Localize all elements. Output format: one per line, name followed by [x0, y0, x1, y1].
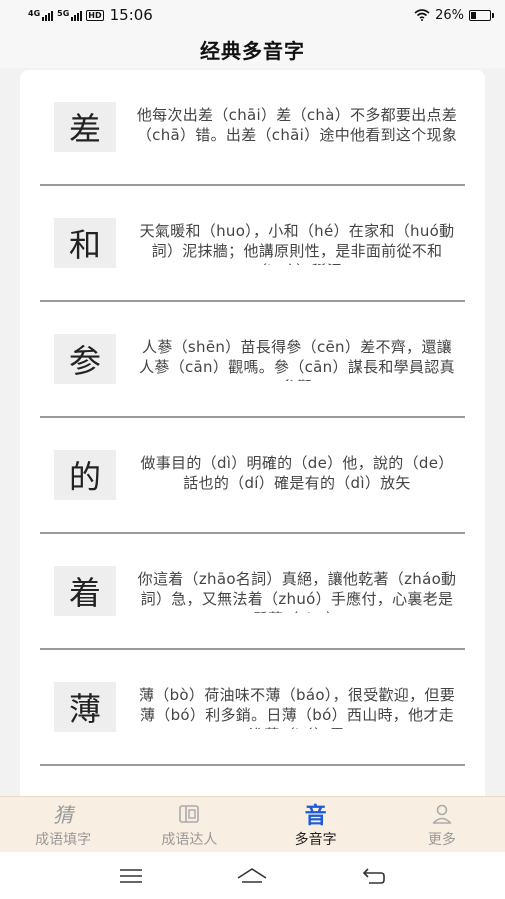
character-box: 参: [54, 334, 116, 384]
network-type-1: 4G: [28, 9, 41, 18]
tab-glyph: 音: [304, 803, 327, 829]
tab-label: 更多: [427, 831, 456, 848]
status-bar: 4G 5G HD 15:06 26%: [0, 0, 505, 30]
tab-idiom-master[interactable]: 成语达人: [134, 801, 244, 849]
signal-4g-icon: 4G: [28, 9, 54, 21]
sound-character-icon: 音: [304, 801, 327, 829]
tab-more[interactable]: 更多: [387, 801, 497, 849]
header: 经典多音字: [0, 30, 505, 68]
brush-character-icon: 猜: [53, 801, 73, 827]
status-time: 15:06: [109, 6, 153, 24]
status-left: 4G 5G HD 15:06: [28, 6, 153, 24]
item-description: 薄（bò）荷油味不薄（báo），很受歡迎，但要薄（bó）利多銷。日薄（bó）西山…: [139, 686, 455, 729]
status-right: 26%: [414, 7, 494, 23]
list-item[interactable]: 和 天氣暖和（huo），小和（hé）在家和（huó動詞）泥抹牆；他講原則性，是非…: [40, 186, 465, 302]
character-box: 和: [54, 218, 116, 268]
tab-polyphone[interactable]: 音 多音字: [261, 801, 371, 849]
tab-label: 多音字: [294, 831, 337, 848]
tab-idiom-fill[interactable]: 猜 成语填字: [8, 801, 118, 849]
network-type-2: 5G: [57, 9, 70, 18]
list-item[interactable]: 差 他每次出差（chāi）差（chà）不多都要出点差（chā）错。出差（chāi…: [40, 70, 465, 186]
content-card: 差 他每次出差（chāi）差（chà）不多都要出点差（chā）错。出差（chāi…: [20, 70, 485, 810]
person-icon: [431, 801, 453, 827]
wifi-icon: [414, 9, 430, 21]
home-icon[interactable]: [232, 861, 272, 891]
tab-label: 成语达人: [161, 831, 218, 848]
character-box: 薄: [54, 682, 116, 732]
bottom-tab-bar: 猜 成语填字 成语达人 音 多音字 更多: [0, 796, 505, 852]
back-icon[interactable]: [354, 861, 394, 891]
character-box: 的: [54, 450, 116, 500]
battery-fill: [471, 11, 476, 19]
character-box: 差: [54, 102, 116, 152]
page-title: 经典多音字: [200, 38, 305, 63]
polyphone-list: 差 他每次出差（chāi）差（chà）不多都要出点差（chā）错。出差（chāi…: [20, 70, 485, 810]
item-description: 做事目的（dì）明確的（de）他，說的（de）話也的（dí）確是有的（dì）放矢: [140, 454, 454, 492]
menu-icon[interactable]: [111, 861, 151, 891]
system-nav-bar: [0, 852, 505, 899]
battery-icon: [469, 9, 494, 21]
book-icon: [178, 801, 200, 827]
item-description: 你這着（zhāo名詞）真絕，讓他乾著（zháo動詞）急，又無法着（zhuó）手應…: [137, 570, 457, 613]
item-description: 天氣暖和（huo），小和（hé）在家和（huó動詞）泥抹牆；他講原則性，是非面前…: [139, 222, 455, 265]
hd-voice-icon: HD: [86, 9, 104, 21]
tab-glyph: 猜: [53, 803, 74, 827]
tab-label: 成语填字: [35, 831, 92, 848]
signal-5g-icon: 5G: [57, 9, 83, 21]
list-item[interactable]: 的 做事目的（dì）明確的（de）他，說的（de）話也的（dí）確是有的（dì）…: [40, 418, 465, 534]
item-description: 他每次出差（chāi）差（chà）不多都要出点差（chā）错。出差（chāi）途…: [136, 106, 458, 144]
list-item[interactable]: 薄 薄（bò）荷油味不薄（báo），很受歡迎，但要薄（bó）利多銷。日薄（bó）…: [40, 650, 465, 766]
character-box: 着: [54, 566, 116, 616]
list-item[interactable]: 参 人蔘（shēn）苗長得參（cēn）差不齊，還讓人蔘（cān）觀嗎。參（cān…: [40, 302, 465, 418]
item-description: 人蔘（shēn）苗長得參（cēn）差不齊，還讓人蔘（cān）觀嗎。參（cān）謀…: [139, 338, 455, 381]
battery-percent: 26%: [435, 7, 464, 23]
list-item[interactable]: 着 你這着（zhāo名詞）真絕，讓他乾著（zháo動詞）急，又無法着（zhuó）…: [40, 534, 465, 650]
